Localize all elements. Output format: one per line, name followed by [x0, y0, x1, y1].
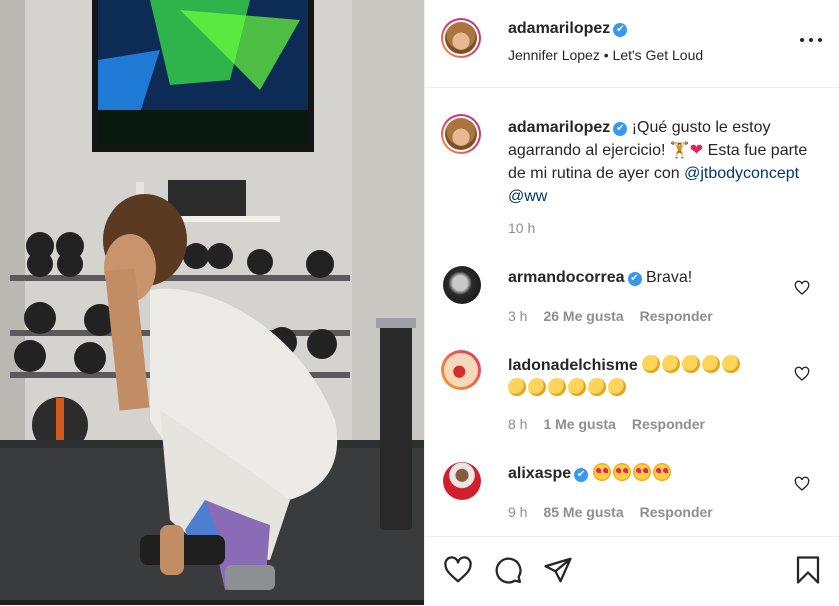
- bookmark-icon[interactable]: [793, 555, 823, 585]
- more-options-icon[interactable]: [800, 32, 822, 48]
- workout-video-frame: [0, 0, 424, 605]
- comment-time[interactable]: 3 h: [508, 308, 527, 324]
- comment-like-heart-icon[interactable]: [794, 366, 810, 382]
- caption-text: adamarilopez ✔ ¡Qué gusto le estoy agarra…: [508, 116, 813, 208]
- paper-plane-icon[interactable]: [543, 555, 573, 585]
- comment-meta: 8 h 1 Me gusta Responder: [508, 416, 705, 432]
- post-header: adamarilopez ✔ Jennifer Lopez • Let's Get…: [425, 0, 839, 88]
- commenter-username[interactable]: armandocorrea: [508, 269, 625, 286]
- comment-item: alixaspe ✔ 9 h 85 Me gusta Responder: [425, 454, 839, 534]
- mention-link[interactable]: @ww: [508, 188, 547, 205]
- commenter-username[interactable]: alixaspe: [508, 465, 571, 482]
- comment-item: ladonadelchisme 8 h 1 Me gusta Responder: [425, 346, 839, 436]
- post-action-bar: [425, 536, 839, 606]
- comment-likes[interactable]: 1 Me gusta: [543, 416, 615, 432]
- post-detail-panel: adamarilopez ✔ Jennifer Lopez • Let's Get…: [424, 0, 839, 605]
- reply-button[interactable]: Responder: [640, 308, 713, 324]
- commenter-avatar[interactable]: [443, 462, 481, 500]
- post-media-video[interactable]: [0, 0, 424, 605]
- commenter-username[interactable]: ladonadelchisme: [508, 357, 638, 374]
- commenter-avatar[interactable]: [441, 350, 481, 390]
- verified-badge-icon: ✔: [613, 122, 628, 136]
- audio-artist: Jennifer Lopez: [508, 47, 600, 63]
- heart-emoji-icon: ❤: [689, 142, 704, 159]
- audio-track[interactable]: Jennifer Lopez • Let's Get Loud: [508, 47, 703, 63]
- author-avatar[interactable]: [441, 18, 481, 58]
- comment-text: alixaspe ✔: [508, 462, 778, 485]
- clapping-hands-emoji-icon: [508, 378, 628, 397]
- comment-item: armandocorrea ✔ Brava! 3 h 26 Me gusta Resp…: [425, 258, 839, 338]
- comment-meta: 9 h 85 Me gusta Responder: [508, 504, 713, 520]
- comment-time[interactable]: 8 h: [508, 416, 527, 432]
- caption-timestamp[interactable]: 10 h: [508, 220, 535, 236]
- comment-like-heart-icon[interactable]: [794, 476, 810, 492]
- reply-button[interactable]: Responder: [632, 416, 705, 432]
- audio-title: Let's Get Loud: [612, 47, 704, 63]
- comment-likes[interactable]: 26 Me gusta: [543, 308, 623, 324]
- weightlifter-emoji-icon: 🏋: [669, 142, 690, 159]
- author-username[interactable]: adamarilopez: [508, 20, 610, 37]
- verified-badge-icon: ✔: [574, 468, 589, 482]
- comment-body: Brava!: [645, 269, 693, 286]
- comment-icon[interactable]: [493, 555, 523, 585]
- audio-separator: •: [603, 47, 609, 63]
- mention-link[interactable]: @jtbodyconcept: [684, 165, 799, 182]
- caption-avatar[interactable]: [441, 114, 481, 154]
- commenter-avatar[interactable]: [443, 266, 481, 304]
- verified-badge-icon: ✔: [613, 23, 628, 37]
- author-name-row: adamarilopez ✔: [508, 20, 628, 38]
- comment-text: ladonadelchisme: [508, 354, 778, 400]
- clapping-hands-emoji-icon: [642, 355, 742, 374]
- comment-time[interactable]: 9 h: [508, 504, 527, 520]
- comment-meta: 3 h 26 Me gusta Responder: [508, 308, 713, 324]
- verified-badge-icon: ✔: [627, 272, 642, 286]
- comment-like-heart-icon[interactable]: [794, 280, 810, 296]
- reply-button[interactable]: Responder: [640, 504, 713, 520]
- comment-likes[interactable]: 85 Me gusta: [543, 504, 623, 520]
- comment-text: armandocorrea ✔ Brava!: [508, 266, 778, 289]
- heart-icon[interactable]: [443, 555, 473, 585]
- heart-eyes-emoji-icon: [592, 463, 673, 482]
- caption-username[interactable]: adamarilopez: [508, 119, 610, 136]
